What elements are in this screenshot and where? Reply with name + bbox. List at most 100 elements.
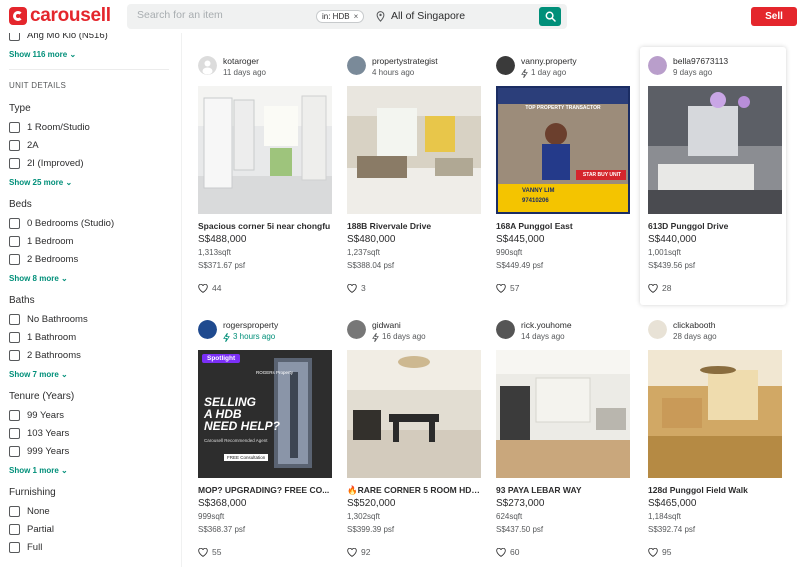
checkbox[interactable] [9,410,20,421]
filter-option[interactable]: 2I (Improved) [9,158,84,169]
listing-photo[interactable] [496,350,630,478]
seller-name[interactable]: vanny.property [521,56,577,67]
listing-photo[interactable] [648,86,782,214]
avatar[interactable] [347,56,366,75]
like-button[interactable]: 57 [496,283,519,293]
avatar[interactable] [648,56,667,75]
filter-option[interactable]: 2A [9,140,39,151]
like-button[interactable]: 92 [347,547,370,557]
checkbox[interactable] [9,140,20,151]
filter-option[interactable]: Full [9,542,42,553]
show-more-link[interactable]: Show 7 more ⌄ [9,370,68,379]
checkbox[interactable] [9,158,20,169]
listing-photo[interactable] [347,86,481,214]
listing-photo[interactable] [648,350,782,478]
checkbox[interactable] [9,428,20,439]
listing-photo[interactable] [347,350,481,478]
listing-title[interactable]: 🔥RARE CORNER 5 ROOM HDB... [347,485,481,496]
seller-name[interactable]: bella97673113 [673,56,728,67]
checkbox[interactable] [9,524,20,535]
checkbox[interactable] [9,506,20,517]
like-button[interactable]: 44 [198,283,221,293]
filter-option[interactable]: 2 Bedrooms [9,254,78,265]
checkbox[interactable] [9,332,20,343]
listing-card[interactable]: bella97673113 9 days ago 613D Punggol Dr… [640,47,786,305]
show-more-link[interactable]: Show 116 more ⌄ [9,50,76,59]
listing-card[interactable]: kotaroger 11 days ago Spacious corner 5i… [190,47,336,305]
listing-title[interactable]: 188B Rivervale Drive [347,221,481,231]
show-more-link[interactable]: Show 8 more ⌄ [9,274,68,283]
listing-card[interactable]: clickabooth 28 days ago 128d Punggol Fie… [640,311,786,567]
avatar[interactable] [198,56,217,75]
listing-card[interactable]: rick.youhome 14 days ago 93 PAYA LEBAR W… [488,311,634,567]
filter-option[interactable]: 1 Bathroom [9,332,76,343]
listing-card[interactable]: rogersproperty 3 hours ago Spotlight ROG… [190,311,336,567]
checkbox[interactable] [9,446,20,457]
seller-info[interactable]: gidwani 16 days ago [347,320,426,343]
filter-option[interactable]: Partial [9,524,54,535]
filter-chip-label: in: HDB [322,12,350,21]
filter-option[interactable]: 2 Bathrooms [9,350,81,361]
listing-card[interactable]: propertystrategist 4 hours ago 188B Rive… [339,47,485,305]
seller-info[interactable]: rogersproperty 3 hours ago [198,320,278,343]
seller-info[interactable]: rick.youhome 14 days ago [496,320,572,343]
filter-option[interactable]: No Bathrooms [9,314,88,325]
seller-info[interactable]: clickabooth 28 days ago [648,320,717,343]
checkbox[interactable] [9,254,20,265]
like-button[interactable]: 28 [648,283,671,293]
seller-info[interactable]: kotaroger 11 days ago [198,56,266,79]
avatar[interactable] [496,56,515,75]
show-more-link[interactable]: Show 1 more ⌄ [9,466,68,475]
show-more-link[interactable]: Show 25 more ⌄ [9,178,72,187]
search-button[interactable] [539,7,561,26]
listing-card[interactable]: gidwani 16 days ago 🔥RARE CORNER 5 ROOM … [339,311,485,567]
checkbox[interactable] [9,350,20,361]
filter-option[interactable]: 1 Room/Studio [9,122,90,133]
listing-card[interactable]: vanny.property 1 day ago TOP PROPERTY TR… [488,47,634,305]
seller-name[interactable]: propertystrategist [372,56,438,67]
carousell-logo[interactable]: carousell [9,6,111,25]
sell-button[interactable]: Sell [751,7,797,26]
seller-name[interactable]: gidwani [372,320,426,331]
listing-title[interactable]: Spacious corner 5i near chongfu [198,221,332,231]
like-button[interactable]: 60 [496,547,519,557]
like-button[interactable]: 3 [347,283,366,293]
avatar[interactable] [347,320,366,339]
listing-title[interactable]: 613D Punggol Drive [648,221,782,231]
listing-title[interactable]: MOP? UPGRADING? FREE CO... [198,485,332,495]
filter-chip[interactable]: in: HDB × [316,10,365,23]
filter-option[interactable]: 1 Bedroom [9,236,73,247]
seller-name[interactable]: clickabooth [673,320,717,331]
close-icon[interactable]: × [354,11,359,22]
seller-info[interactable]: bella97673113 9 days ago [648,56,728,79]
checkbox[interactable] [9,542,20,553]
checkbox[interactable] [9,218,20,229]
listing-title[interactable]: 168A Punggol East [496,221,630,231]
seller-name[interactable]: rogersproperty [223,320,278,331]
seller-name[interactable]: kotaroger [223,56,266,67]
location-selector[interactable]: All of Singapore [376,10,465,22]
checkbox[interactable] [9,314,20,325]
filter-option[interactable]: 999 Years [9,446,69,457]
listing-title[interactable]: 93 PAYA LEBAR WAY [496,485,630,495]
seller-info[interactable]: propertystrategist 4 hours ago [347,56,438,79]
avatar[interactable] [648,320,667,339]
like-button[interactable]: 95 [648,547,671,557]
listing-photo[interactable]: Spotlight ROGERs Property SELLING A HDB … [198,350,332,478]
filter-option[interactable]: 99 Years [9,410,64,421]
listing-photo[interactable]: TOP PROPERTY TRANSACTOR STAR BUY UNIT VA… [496,86,630,214]
filter-option[interactable]: None [9,506,50,517]
seller-name[interactable]: rick.youhome [521,320,572,331]
seller-info[interactable]: vanny.property 1 day ago [496,56,577,79]
avatar[interactable] [496,320,515,339]
avatar[interactable] [198,320,217,339]
checkbox[interactable] [9,236,20,247]
checkbox[interactable] [9,122,20,133]
listing-title[interactable]: 128d Punggol Field Walk [648,485,782,495]
like-button[interactable]: 55 [198,547,221,557]
filter-option[interactable]: 0 Bedrooms (Studio) [9,218,114,229]
option-label: None [27,506,50,517]
search-input[interactable] [137,9,297,21]
filter-option[interactable]: 103 Years [9,428,69,439]
listing-photo[interactable] [198,86,332,214]
